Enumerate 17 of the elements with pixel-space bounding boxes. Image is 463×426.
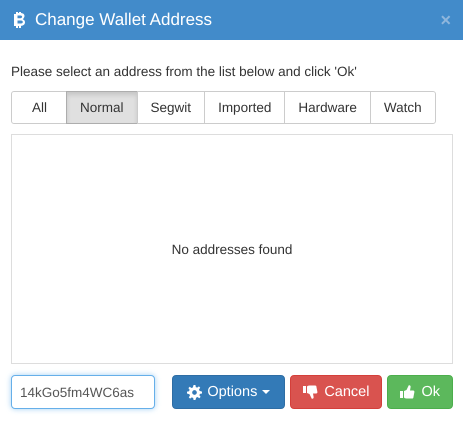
caret-icon <box>262 390 270 394</box>
address-field[interactable]: 14kGo5fm4WC6as <box>11 375 155 409</box>
thumbs-down-icon <box>303 384 320 400</box>
instruction-text: Please select an address from the list below and click 'Ok' <box>11 64 358 79</box>
filter-tab[interactable]: Normal <box>66 91 138 124</box>
options-button[interactable]: Options <box>172 375 286 409</box>
cancel-button[interactable]: Cancel <box>290 375 382 409</box>
filter-tab[interactable]: Hardware <box>284 91 371 124</box>
gear-icon <box>187 384 202 400</box>
filter-tab[interactable]: All <box>11 91 68 124</box>
filter-tab[interactable]: Watch <box>370 91 436 124</box>
thumbs-up-icon <box>400 384 416 400</box>
bitcoin-icon <box>13 11 27 29</box>
filter-tab[interactable]: Segwit <box>136 91 206 124</box>
empty-message: No addresses found <box>172 242 292 256</box>
filter-tab[interactable]: Imported <box>204 91 286 124</box>
window-title: Change Wallet Address <box>35 10 214 30</box>
